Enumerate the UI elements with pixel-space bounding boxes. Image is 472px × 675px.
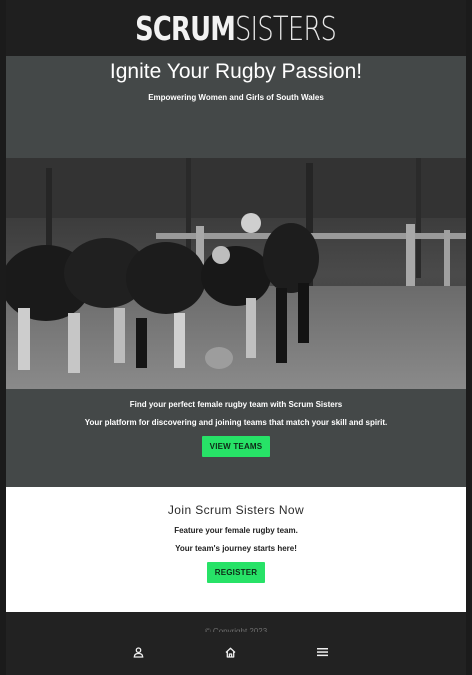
hero-description: Your platform for discovering and joinin… [84,418,388,427]
register-button[interactable]: REGISTER [206,562,266,583]
site-footer: © Copyright 2023 [6,612,466,675]
join-title: Join Scrum Sisters Now [167,503,305,517]
menu-button[interactable] [312,642,332,662]
copyright-text: © Copyright 2023 [204,627,268,632]
hero-subtitle: Empowering Women and Girls of South Wale… [148,93,324,102]
rugby-scrum-image [6,158,466,389]
hero-cta-section: Find your perfect female rugby team with… [6,389,466,487]
account-icon [133,646,143,658]
site-header: SCRUM SISTERS [6,0,466,56]
menu-icon [316,648,328,657]
site-logo[interactable]: SCRUM SISTERS [107,9,365,48]
hero-tagline: Find your perfect female rugby team with… [129,400,343,409]
account-button[interactable] [128,642,148,662]
join-line-2: Your team's journey starts here! [175,544,297,553]
frame-right [466,0,472,675]
bottom-nav [6,642,466,662]
join-line-1: Feature your female rugby team. [174,526,298,535]
view-teams-button[interactable]: VIEW TEAMS [201,436,271,457]
logo-light-text: SISTERS [235,8,337,48]
join-section: Join Scrum Sisters Now Feature your fema… [6,487,466,612]
hero-heading-section: Ignite Your Rugby Passion! Empowering Wo… [6,56,466,158]
home-button[interactable] [220,642,240,662]
home-icon [225,647,235,658]
hero-photo [6,158,466,389]
hero-title: Ignite Your Rugby Passion! [109,60,363,83]
logo-bold-text: SCRUM [135,8,236,48]
